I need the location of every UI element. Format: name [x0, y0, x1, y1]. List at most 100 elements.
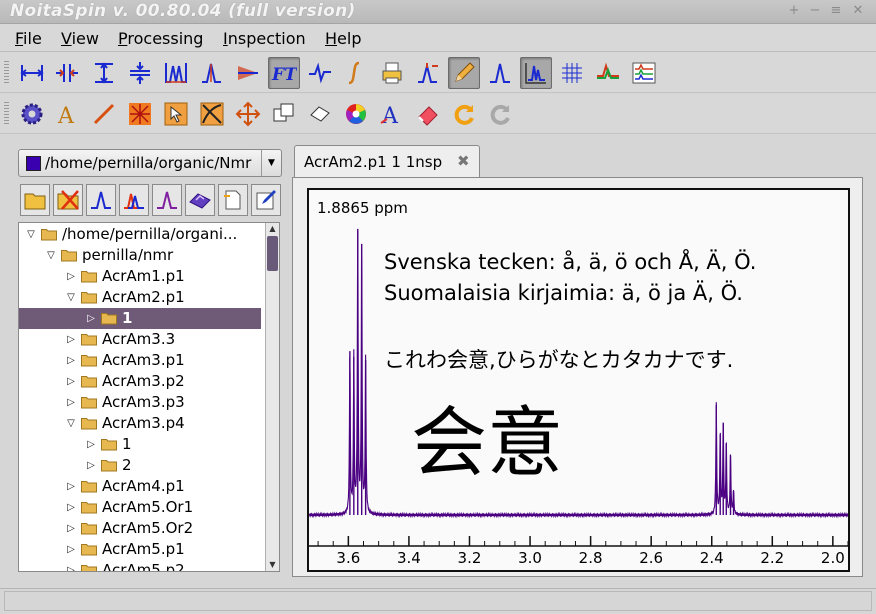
integral-button[interactable] [340, 57, 372, 89]
tree-row[interactable]: ▷ AcrAm5.p2 [19, 560, 261, 571]
line-tool-button[interactable] [88, 98, 120, 130]
move-button[interactable] [232, 98, 264, 130]
eraser-button[interactable] [412, 98, 444, 130]
tab-close-icon[interactable]: ✖ [457, 152, 470, 170]
tree-row[interactable]: ▷ AcrAm3.p3 [19, 392, 261, 413]
menu-view[interactable]: View [61, 29, 99, 48]
tree-row[interactable]: ▷ AcrAm3.p1 [19, 350, 261, 371]
window-pin-button[interactable]: + [786, 3, 802, 19]
redo-button[interactable] [448, 98, 480, 130]
tab-spectrum[interactable]: AcrAm2.p1 1 1nsp ✖ [294, 145, 480, 179]
fourier-transform-button[interactable]: FT [268, 57, 300, 89]
file-tree[interactable]: ▲ ▼ ▽ /home/pernilla/organi... ▽ pernilla/n… [18, 222, 280, 572]
scroll-down-icon[interactable]: ▼ [266, 559, 279, 571]
tree-scrollbar[interactable]: ▲ ▼ [265, 223, 279, 571]
document-button[interactable] [218, 184, 248, 216]
print-button[interactable] [376, 57, 408, 89]
peak-height-button[interactable] [412, 57, 444, 89]
spectrum-view-button[interactable] [520, 57, 552, 89]
peak-spectrum-button[interactable] [152, 184, 182, 216]
window-close-button[interactable]: ✕ [850, 3, 866, 19]
collapsed-arrow-icon[interactable]: ▷ [65, 329, 77, 350]
pencil-button[interactable] [448, 57, 480, 89]
collapsed-arrow-icon[interactable]: ▷ [65, 518, 77, 539]
menu-inspection[interactable]: Inspection [223, 29, 306, 48]
close-folder-button[interactable] [53, 184, 83, 216]
phase-button[interactable] [232, 57, 264, 89]
tree-row[interactable]: ▽ /home/pernilla/organi... [19, 224, 261, 245]
menu-help[interactable]: Help [325, 29, 361, 48]
status-field [4, 591, 872, 611]
color-button[interactable] [340, 98, 372, 130]
expanded-arrow-icon[interactable]: ▽ [65, 287, 77, 308]
settings-button[interactable] [16, 98, 48, 130]
shape-button[interactable] [304, 98, 336, 130]
text-button[interactable]: A [51, 98, 83, 130]
baseline-button[interactable] [304, 57, 336, 89]
toolbar-grip[interactable] [4, 61, 9, 85]
single-spectrum-button[interactable] [86, 184, 116, 216]
tree-row[interactable]: ▷ 1 [19, 434, 261, 455]
pointer-button[interactable] [160, 98, 192, 130]
tree-row[interactable]: ▷ AcrAm5.Or1 [19, 497, 261, 518]
crop-button[interactable] [196, 98, 228, 130]
collapsed-arrow-icon[interactable]: ▷ [65, 371, 77, 392]
title-bar: NoitaSpin v. 00.80.04 (full version) + −… [0, 0, 876, 24]
window-minimize-button[interactable]: − [807, 3, 823, 19]
collapsed-arrow-icon[interactable]: ▷ [65, 560, 77, 571]
copy-button[interactable] [268, 98, 300, 130]
multiple-spectra-button[interactable] [119, 184, 149, 216]
vertical-range-button[interactable] [88, 57, 120, 89]
single-peak-button[interactable] [484, 57, 516, 89]
tree-row[interactable]: ▷ 2 [19, 455, 261, 476]
tree-row[interactable]: ▽ AcrAm2.p1 [19, 287, 261, 308]
grid-icon [562, 63, 582, 83]
tree-row[interactable]: ▷ AcrAm5.Or2 [19, 518, 261, 539]
multi-spectra-button[interactable] [628, 57, 660, 89]
collapsed-arrow-icon[interactable]: ▷ [85, 308, 97, 329]
collapsed-arrow-icon[interactable]: ▷ [65, 539, 77, 560]
menu-help-rest: elp [337, 29, 362, 48]
split-button[interactable] [51, 57, 83, 89]
menu-file[interactable]: File [15, 29, 42, 48]
expanded-arrow-icon[interactable]: ▽ [25, 224, 37, 245]
tree-row[interactable]: ▽ pernilla/nmr [19, 245, 261, 266]
path-combo[interactable]: /home/pernilla/organic/Nmr ▼ [18, 149, 282, 177]
compare-spectra-button[interactable] [592, 57, 624, 89]
expanded-arrow-icon[interactable]: ▽ [45, 245, 57, 266]
font-button[interactable]: A [376, 98, 408, 130]
collapsed-arrow-icon[interactable]: ▷ [65, 476, 77, 497]
tree-row[interactable]: ▷ 1 [19, 308, 261, 329]
refresh-button[interactable] [484, 98, 516, 130]
expanded-arrow-icon[interactable]: ▽ [65, 413, 77, 434]
tree-row[interactable]: ▷ AcrAm1.p1 [19, 266, 261, 287]
open-folder-button[interactable] [20, 184, 50, 216]
set-range-button[interactable] [16, 57, 48, 89]
scroll-thumb[interactable] [267, 236, 278, 271]
menu-processing[interactable]: Processing [118, 29, 203, 48]
tree-row[interactable]: ▽ AcrAm3.p4 [19, 413, 261, 434]
toolbar-grip-2[interactable] [4, 102, 9, 126]
window-maximize-button[interactable]: ≡ [828, 3, 844, 19]
collapsed-arrow-icon[interactable]: ▷ [85, 434, 97, 455]
grid-button[interactable] [556, 57, 588, 89]
tree-row[interactable]: ▷ AcrAm3.3 [19, 329, 261, 350]
spectrum-plot[interactable]: 3.6 3.4 3.2 3.0 2.8 2.6 2.4 2.2 2.0 1.8865 ppm S… [307, 188, 850, 572]
collapsed-arrow-icon[interactable]: ▷ [65, 350, 77, 371]
collapsed-arrow-icon[interactable]: ▷ [65, 497, 77, 518]
peak-pick-button[interactable] [196, 57, 228, 89]
collapsed-arrow-icon[interactable]: ▷ [65, 392, 77, 413]
tree-row[interactable]: ▷ AcrAm3.p2 [19, 371, 261, 392]
collapsed-arrow-icon[interactable]: ▷ [65, 266, 77, 287]
tree-row[interactable]: ▷ AcrAm4.p1 [19, 476, 261, 497]
tree-row[interactable]: ▷ AcrAm5.p1 [19, 539, 261, 560]
explode-button[interactable] [124, 98, 156, 130]
zoom-peaks-button[interactable] [160, 57, 192, 89]
3d-surface-button[interactable] [185, 184, 215, 216]
edit-note-button[interactable] [251, 184, 281, 216]
combo-arrow-icon[interactable]: ▼ [261, 150, 281, 176]
tree-row-label: AcrAm4.p1 [102, 477, 185, 495]
scroll-up-icon[interactable]: ▲ [266, 223, 279, 235]
compress-button[interactable] [124, 57, 156, 89]
collapsed-arrow-icon[interactable]: ▷ [85, 455, 97, 476]
